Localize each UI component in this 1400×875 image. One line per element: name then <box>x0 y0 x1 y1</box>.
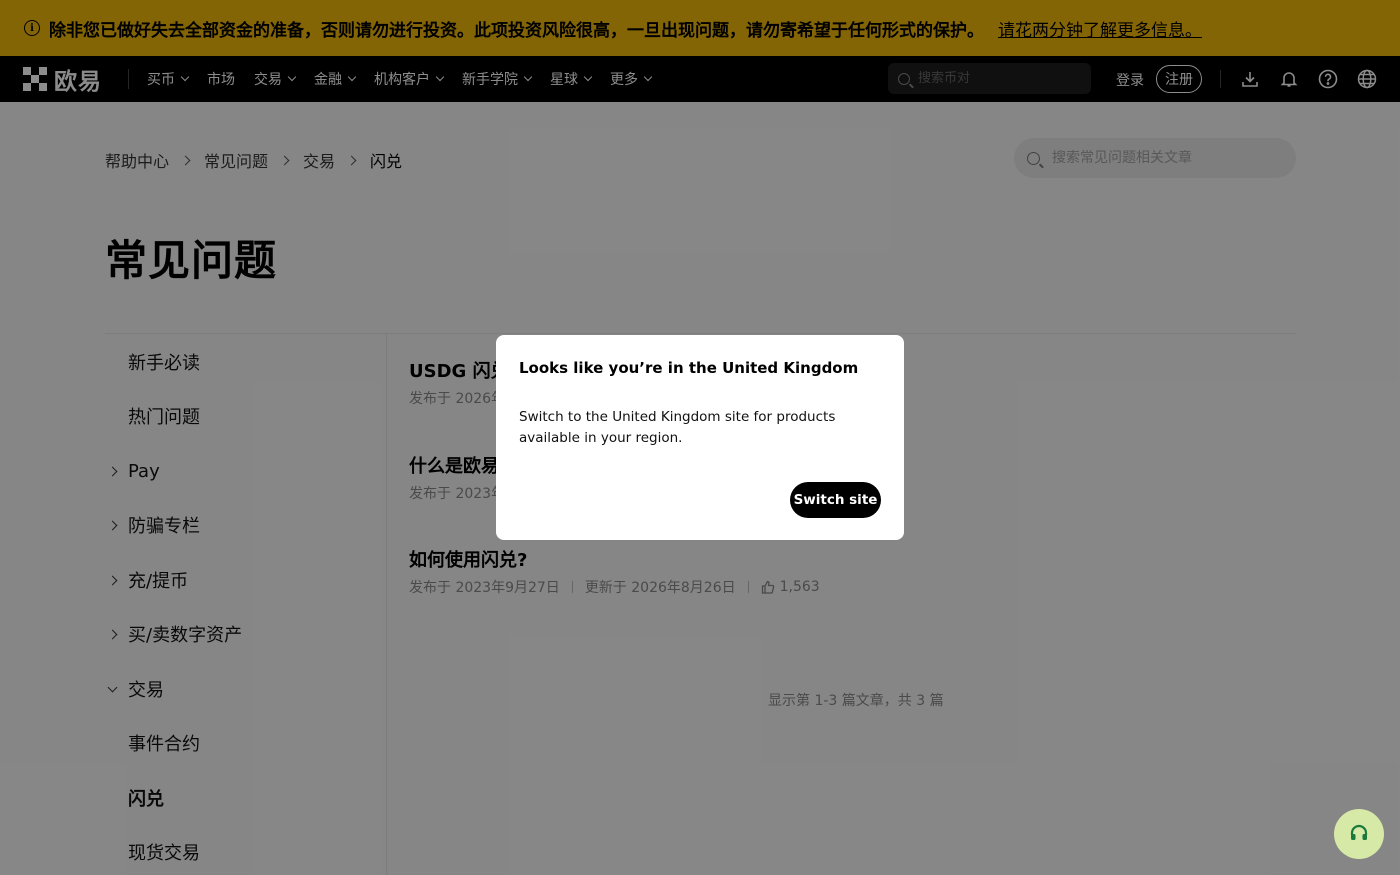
modal-body: Switch to the United Kingdom site for pr… <box>519 409 836 446</box>
region-modal: Looks like you’re in the United Kingdom … <box>496 335 904 540</box>
support-chat-button[interactable] <box>1334 809 1384 859</box>
modal-title: Looks like you’re in the United Kingdom <box>519 359 859 377</box>
switch-site-button[interactable]: Switch site <box>790 482 881 518</box>
headset-icon <box>1350 824 1368 840</box>
